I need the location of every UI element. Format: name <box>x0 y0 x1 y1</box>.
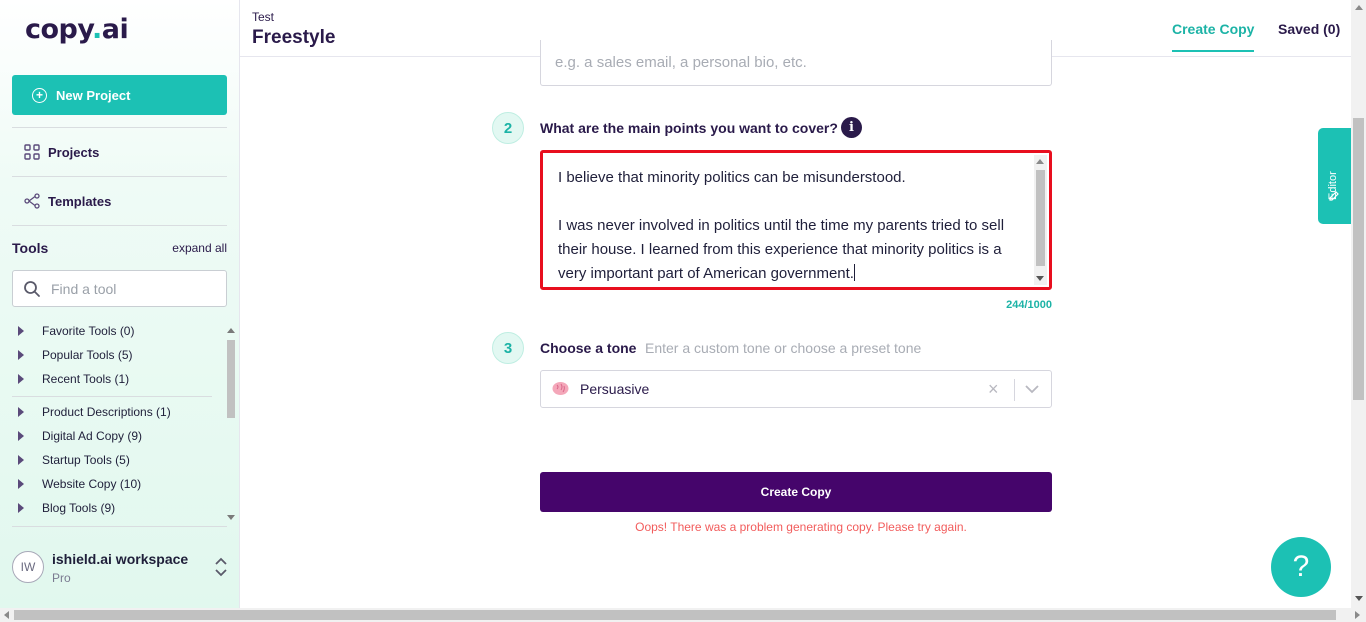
scroll-up-icon[interactable] <box>1355 5 1363 10</box>
scrollbar-thumb[interactable] <box>1353 118 1364 400</box>
tool-group-label: Product Descriptions (1) <box>42 405 171 419</box>
page-horizontal-scrollbar[interactable] <box>0 608 1366 622</box>
divider <box>12 127 227 128</box>
logo-suffix: ai <box>101 14 129 45</box>
share-nodes-icon <box>24 193 40 209</box>
scroll-right-icon[interactable] <box>1355 611 1360 619</box>
tool-group-popular[interactable]: Popular Tools (5) <box>12 344 133 366</box>
sidebar-item-label: Projects <box>48 144 100 160</box>
scroll-down-icon[interactable] <box>227 515 235 520</box>
help-button[interactable]: ? <box>1271 537 1331 597</box>
new-project-button[interactable]: + New Project <box>12 75 227 115</box>
copyai-logo[interactable]: copy.ai <box>25 14 129 45</box>
caret-right-icon <box>18 407 24 417</box>
step-number-3: 3 <box>492 332 524 364</box>
divider <box>12 225 227 226</box>
scroll-left-icon[interactable] <box>4 611 9 619</box>
divider <box>12 396 212 397</box>
clear-icon[interactable]: × <box>988 379 999 400</box>
tools-title: Tools <box>12 240 49 256</box>
caret-right-icon <box>18 479 24 489</box>
tone-select[interactable]: Persuasive × <box>540 370 1052 408</box>
caret-right-icon <box>18 350 24 360</box>
tool-group-label: Popular Tools (5) <box>42 348 133 362</box>
chevron-up-down-icon[interactable] <box>214 556 228 578</box>
sidebar-item-projects[interactable]: Projects <box>24 144 99 160</box>
tool-group-startup-tools[interactable]: Startup Tools (5) <box>12 449 130 471</box>
tool-group-label: Favorite Tools (0) <box>42 324 135 338</box>
tool-group-label: Startup Tools (5) <box>42 453 130 467</box>
scroll-down-icon[interactable] <box>1355 596 1363 601</box>
new-project-label: New Project <box>56 87 131 103</box>
tool-group-label: Recent Tools (1) <box>42 372 130 386</box>
scroll-up-icon[interactable] <box>227 328 235 333</box>
workspace-plan: Pro <box>52 571 71 585</box>
tool-search-input[interactable] <box>51 280 211 297</box>
page-title: Freestyle <box>252 27 336 48</box>
create-copy-button[interactable]: Create Copy <box>540 472 1052 512</box>
textarea-scrollbar[interactable] <box>1034 155 1047 285</box>
tool-list: Favorite Tools (0) Popular Tools (5) Rec… <box>12 320 224 520</box>
scroll-down-icon[interactable] <box>1036 276 1044 281</box>
workspace-name: ishield.ai workspace <box>52 551 189 567</box>
step-number-2: 2 <box>492 112 524 144</box>
expand-all-link[interactable]: expand all <box>172 241 227 255</box>
search-icon <box>24 280 40 297</box>
logo-dot: . <box>92 14 102 45</box>
sidebar-item-label: Templates <box>48 193 112 209</box>
logo-text: copy <box>25 14 93 45</box>
caret-right-icon <box>18 455 24 465</box>
page-vertical-scrollbar[interactable] <box>1351 0 1366 608</box>
plus-circle-icon: + <box>32 87 47 103</box>
caret-right-icon <box>18 326 24 336</box>
tool-search <box>12 270 227 307</box>
divider <box>12 526 227 527</box>
main-points-text: I believe that minority politics can be … <box>558 166 1028 286</box>
caret-right-icon <box>18 431 24 441</box>
divider <box>1014 379 1015 401</box>
tone-hint: Enter a custom tone or choose a preset t… <box>645 340 922 356</box>
tool-group-label: Website Copy (10) <box>42 477 142 491</box>
tool-group-website-copy[interactable]: Website Copy (10) <box>12 473 141 495</box>
avatar: IW <box>12 551 44 583</box>
scrollbar-thumb[interactable] <box>14 610 1336 620</box>
tool-group-digital-ad-copy[interactable]: Digital Ad Copy (9) <box>12 425 142 447</box>
sidebar: copy.ai + New Project Projects Templates… <box>0 0 240 608</box>
sidebar-item-templates[interactable]: Templates <box>24 193 111 209</box>
char-count: 244/1000 <box>1006 299 1052 311</box>
tab-create-copy[interactable]: Create Copy <box>1172 21 1255 52</box>
text-cursor <box>853 264 855 281</box>
tab-saved[interactable]: Saved (0) <box>1278 21 1340 37</box>
scrollbar-thumb[interactable] <box>1036 170 1045 266</box>
tool-group-product-descriptions[interactable]: Product Descriptions (1) <box>12 401 171 423</box>
workspace-switcher[interactable]: IW ishield.ai workspace Pro <box>12 550 230 586</box>
main-points-value: I believe that minority politics can be … <box>558 169 1005 282</box>
tool-group-blog-tools[interactable]: Blog Tools (9) <box>12 497 115 519</box>
main-points-textarea[interactable]: I believe that minority politics can be … <box>540 150 1052 290</box>
caret-right-icon <box>18 503 24 513</box>
error-message: Oops! There was a problem generating cop… <box>635 520 967 534</box>
brain-icon <box>552 382 569 395</box>
scrollbar-thumb[interactable] <box>227 340 235 418</box>
editor-tab[interactable]: Editor <box>1318 128 1351 224</box>
editor-tab-label: Editor <box>1327 171 1339 200</box>
grid-icon <box>24 144 40 160</box>
chevron-down-icon[interactable] <box>1025 384 1039 394</box>
content-type-input[interactable]: e.g. a sales email, a personal bio, etc. <box>540 40 1052 86</box>
breadcrumb[interactable]: Test <box>252 10 274 24</box>
info-icon[interactable]: i <box>841 117 862 138</box>
caret-right-icon <box>18 374 24 384</box>
tools-header: Tools expand all <box>12 240 227 256</box>
tone-label: Choose a tone <box>540 340 637 356</box>
tone-selected-value: Persuasive <box>580 381 650 397</box>
main-points-label: What are the main points you want to cov… <box>540 120 838 136</box>
divider <box>12 176 227 177</box>
tool-group-label: Blog Tools (9) <box>42 501 116 515</box>
scroll-up-icon[interactable] <box>1036 159 1044 164</box>
tool-group-label: Digital Ad Copy (9) <box>42 429 143 443</box>
tool-list-scrollbar[interactable] <box>226 326 236 524</box>
tool-group-recent[interactable]: Recent Tools (1) <box>12 368 129 390</box>
tool-group-favorite[interactable]: Favorite Tools (0) <box>12 320 134 342</box>
